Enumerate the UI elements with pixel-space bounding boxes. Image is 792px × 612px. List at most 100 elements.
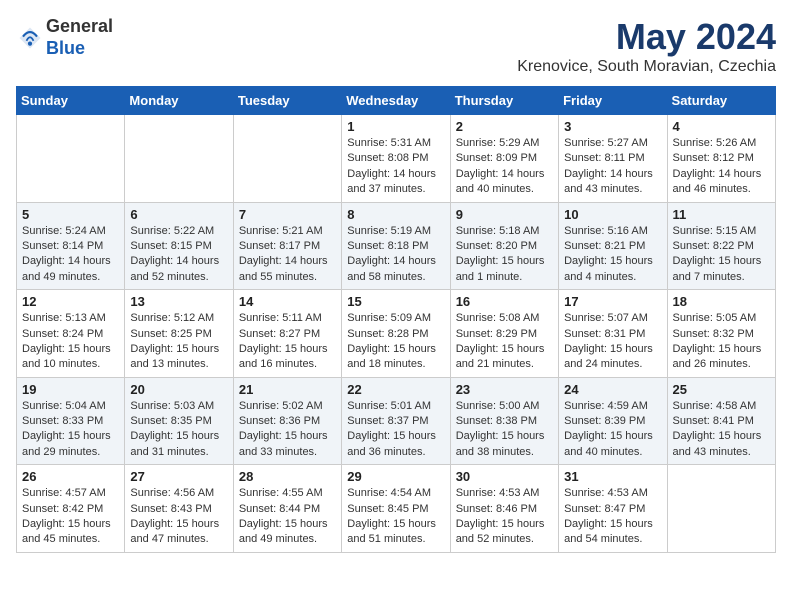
weekday-header-friday: Friday <box>559 87 667 115</box>
day-number: 23 <box>456 382 553 397</box>
day-number: 22 <box>347 382 444 397</box>
calendar-cell: 2 Sunrise: 5:29 AMSunset: 8:09 PMDaylight… <box>450 115 558 203</box>
day-info: Sunrise: 5:21 AMSunset: 8:17 PMDaylight:… <box>239 224 336 286</box>
title-block: May 2024 Krenovice, South Moravian, Czec… <box>517 16 776 76</box>
calendar-cell: 13 Sunrise: 5:12 AMSunset: 8:25 PMDayligh… <box>125 290 233 378</box>
day-info: Sunrise: 5:00 AMSunset: 8:38 PMDaylight:… <box>456 399 553 461</box>
logo-icon <box>16 24 44 52</box>
day-number: 17 <box>564 294 661 309</box>
day-info: Sunrise: 4:56 AMSunset: 8:43 PMDaylight:… <box>130 486 227 548</box>
calendar-cell <box>125 115 233 203</box>
calendar-cell <box>17 115 125 203</box>
day-info: Sunrise: 5:02 AMSunset: 8:36 PMDaylight:… <box>239 399 336 461</box>
day-number: 11 <box>673 207 770 222</box>
day-info: Sunrise: 5:29 AMSunset: 8:09 PMDaylight:… <box>456 136 553 198</box>
calendar-header-row: SundayMondayTuesdayWednesdayThursdayFrid… <box>17 87 776 115</box>
calendar-cell: 7 Sunrise: 5:21 AMSunset: 8:17 PMDaylight… <box>233 202 341 290</box>
day-info: Sunrise: 4:54 AMSunset: 8:45 PMDaylight:… <box>347 486 444 548</box>
calendar-cell: 25Sunrise: 4:58 AMSunset: 8:41 PMDayligh… <box>667 377 775 465</box>
calendar-body: 1 Sunrise: 5:31 AMSunset: 8:08 PMDaylight… <box>17 115 776 553</box>
day-number: 2 <box>456 119 553 134</box>
day-number: 18 <box>673 294 770 309</box>
calendar-cell: 28Sunrise: 4:55 AMSunset: 8:44 PMDayligh… <box>233 465 341 553</box>
day-number: 9 <box>456 207 553 222</box>
day-info: Sunrise: 5:13 AMSunset: 8:24 PMDaylight:… <box>22 311 119 373</box>
logo: General Blue <box>16 16 113 59</box>
day-number: 13 <box>130 294 227 309</box>
calendar-cell: 4 Sunrise: 5:26 AMSunset: 8:12 PMDaylight… <box>667 115 775 203</box>
day-number: 24 <box>564 382 661 397</box>
calendar-cell: 30 Sunrise: 4:53 AMSunset: 8:46 PMDayligh… <box>450 465 558 553</box>
calendar-cell: 18 Sunrise: 5:05 AMSunset: 8:32 PMDayligh… <box>667 290 775 378</box>
calendar-cell: 14 Sunrise: 5:11 AMSunset: 8:27 PMDayligh… <box>233 290 341 378</box>
day-number: 27 <box>130 469 227 484</box>
logo-general: General <box>46 16 113 36</box>
day-number: 6 <box>130 207 227 222</box>
calendar-cell: 10Sunrise: 5:16 AMSunset: 8:21 PMDayligh… <box>559 202 667 290</box>
day-info: Sunrise: 5:11 AMSunset: 8:27 PMDaylight:… <box>239 311 336 373</box>
day-number: 7 <box>239 207 336 222</box>
day-number: 21 <box>239 382 336 397</box>
day-info: Sunrise: 5:27 AMSunset: 8:11 PMDaylight:… <box>564 136 661 198</box>
day-info: Sunrise: 5:15 AMSunset: 8:22 PMDaylight:… <box>673 224 770 286</box>
calendar-cell: 27 Sunrise: 4:56 AMSunset: 8:43 PMDayligh… <box>125 465 233 553</box>
day-number: 3 <box>564 119 661 134</box>
location-title: Krenovice, South Moravian, Czechia <box>517 58 776 76</box>
day-info: Sunrise: 5:08 AMSunset: 8:29 PMDaylight:… <box>456 311 553 373</box>
day-info: Sunrise: 5:04 AMSunset: 8:33 PMDaylight:… <box>22 399 119 461</box>
calendar-cell: 3 Sunrise: 5:27 AMSunset: 8:11 PMDaylight… <box>559 115 667 203</box>
calendar-table: SundayMondayTuesdayWednesdayThursdayFrid… <box>16 86 776 553</box>
day-info: Sunrise: 4:59 AMSunset: 8:39 PMDaylight:… <box>564 399 661 461</box>
day-info: Sunrise: 5:22 AMSunset: 8:15 PMDaylight:… <box>130 224 227 286</box>
calendar-cell: 17Sunrise: 5:07 AMSunset: 8:31 PMDayligh… <box>559 290 667 378</box>
day-info: Sunrise: 5:05 AMSunset: 8:32 PMDaylight:… <box>673 311 770 373</box>
day-info: Sunrise: 5:16 AMSunset: 8:21 PMDaylight:… <box>564 224 661 286</box>
logo-text: General Blue <box>46 16 113 59</box>
day-info: Sunrise: 5:01 AMSunset: 8:37 PMDaylight:… <box>347 399 444 461</box>
day-info: Sunrise: 5:12 AMSunset: 8:25 PMDaylight:… <box>130 311 227 373</box>
calendar-cell: 26 Sunrise: 4:57 AMSunset: 8:42 PMDayligh… <box>17 465 125 553</box>
day-number: 26 <box>22 469 119 484</box>
day-number: 31 <box>564 469 661 484</box>
calendar-cell: 11 Sunrise: 5:15 AMSunset: 8:22 PMDayligh… <box>667 202 775 290</box>
calendar-week-4: 19 Sunrise: 5:04 AMSunset: 8:33 PMDayligh… <box>17 377 776 465</box>
day-info: Sunrise: 5:03 AMSunset: 8:35 PMDaylight:… <box>130 399 227 461</box>
calendar-cell: 29Sunrise: 4:54 AMSunset: 8:45 PMDayligh… <box>342 465 450 553</box>
calendar-week-3: 12Sunrise: 5:13 AMSunset: 8:24 PMDayligh… <box>17 290 776 378</box>
day-number: 14 <box>239 294 336 309</box>
weekday-header-monday: Monday <box>125 87 233 115</box>
day-number: 4 <box>673 119 770 134</box>
day-number: 30 <box>456 469 553 484</box>
day-info: Sunrise: 5:24 AMSunset: 8:14 PMDaylight:… <box>22 224 119 286</box>
day-info: Sunrise: 5:26 AMSunset: 8:12 PMDaylight:… <box>673 136 770 198</box>
day-number: 19 <box>22 382 119 397</box>
calendar-week-2: 5 Sunrise: 5:24 AMSunset: 8:14 PMDaylight… <box>17 202 776 290</box>
calendar-cell: 24 Sunrise: 4:59 AMSunset: 8:39 PMDayligh… <box>559 377 667 465</box>
calendar-cell: 22 Sunrise: 5:01 AMSunset: 8:37 PMDayligh… <box>342 377 450 465</box>
weekday-header-thursday: Thursday <box>450 87 558 115</box>
calendar-cell: 16 Sunrise: 5:08 AMSunset: 8:29 PMDayligh… <box>450 290 558 378</box>
day-info: Sunrise: 4:53 AMSunset: 8:47 PMDaylight:… <box>564 486 661 548</box>
weekday-header-tuesday: Tuesday <box>233 87 341 115</box>
calendar-cell: 31 Sunrise: 4:53 AMSunset: 8:47 PMDayligh… <box>559 465 667 553</box>
day-number: 28 <box>239 469 336 484</box>
calendar-cell: 23 Sunrise: 5:00 AMSunset: 8:38 PMDayligh… <box>450 377 558 465</box>
day-info: Sunrise: 4:53 AMSunset: 8:46 PMDaylight:… <box>456 486 553 548</box>
month-title: May 2024 <box>517 16 776 58</box>
day-number: 15 <box>347 294 444 309</box>
day-info: Sunrise: 5:09 AMSunset: 8:28 PMDaylight:… <box>347 311 444 373</box>
weekday-header-wednesday: Wednesday <box>342 87 450 115</box>
day-number: 8 <box>347 207 444 222</box>
day-number: 16 <box>456 294 553 309</box>
logo-blue: Blue <box>46 38 85 58</box>
day-info: Sunrise: 4:57 AMSunset: 8:42 PMDaylight:… <box>22 486 119 548</box>
day-number: 1 <box>347 119 444 134</box>
day-number: 20 <box>130 382 227 397</box>
day-number: 5 <box>22 207 119 222</box>
calendar-cell: 15 Sunrise: 5:09 AMSunset: 8:28 PMDayligh… <box>342 290 450 378</box>
calendar-cell: 21 Sunrise: 5:02 AMSunset: 8:36 PMDayligh… <box>233 377 341 465</box>
calendar-cell: 9Sunrise: 5:18 AMSunset: 8:20 PMDaylight… <box>450 202 558 290</box>
calendar-cell <box>667 465 775 553</box>
day-number: 25 <box>673 382 770 397</box>
day-info: Sunrise: 5:31 AMSunset: 8:08 PMDaylight:… <box>347 136 444 198</box>
